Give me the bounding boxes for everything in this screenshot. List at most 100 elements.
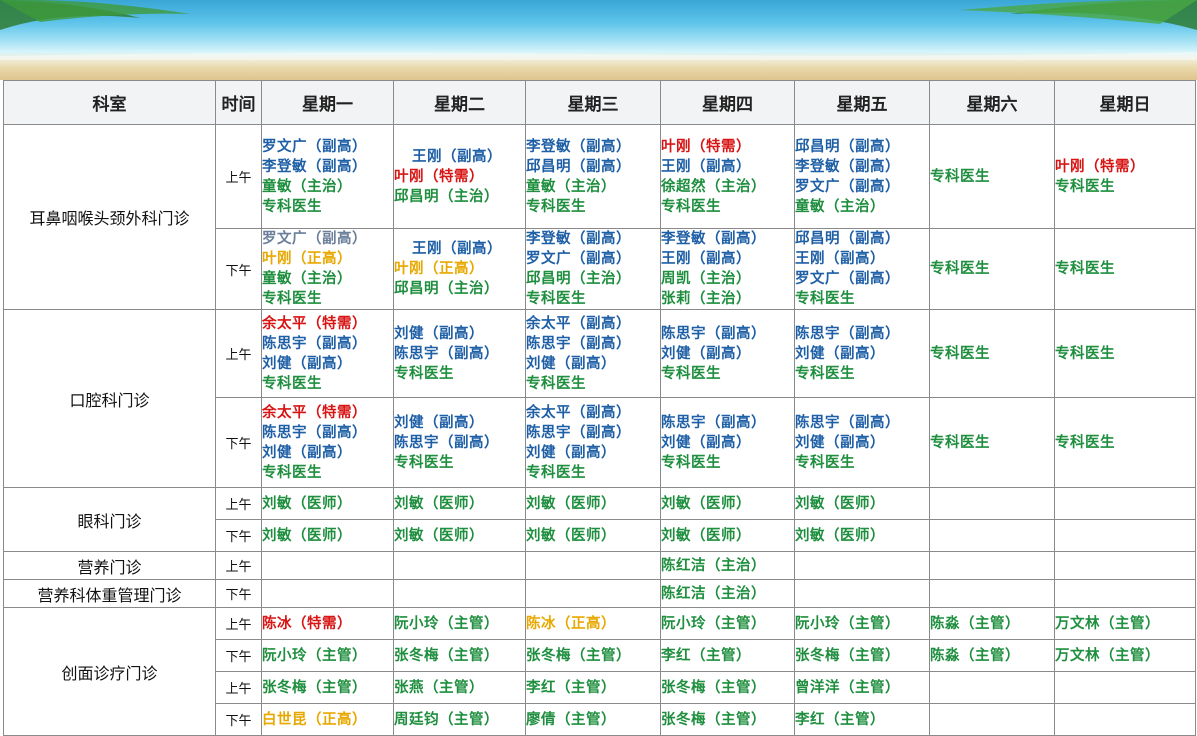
header-monday: 星期一 xyxy=(261,80,394,125)
doctor-entry: 专科医生 xyxy=(262,375,322,392)
schedule-cell: 万文林（主管） xyxy=(1054,607,1196,640)
doctor-entry: 专科医生 xyxy=(262,291,322,307)
schedule-row: 眼科门诊 上午 刘敏（医师） 刘敏（医师） 刘敏（医师） 刘敏（医师） 刘敏（医师） xyxy=(3,487,1196,552)
doctor-entry: 曾洋洋（主管） xyxy=(795,679,900,696)
doctor-entry: 余太平（特需） xyxy=(262,315,367,332)
schedule-cell: 叶刚（特需） 王刚（副高） 徐超然（主治） 专科医生 xyxy=(660,124,795,229)
doctor-entry: 王刚（副高） xyxy=(412,148,502,165)
doctor-entry: 余太平（副高） xyxy=(526,315,631,332)
schedule-cell: 陈思宇（副高） 刘健（副高） 专科医生 xyxy=(794,397,930,488)
doctor-entry: 专科医生 xyxy=(930,345,990,362)
schedule-cell: 张冬梅（主管） xyxy=(393,639,526,672)
schedule-cell: 李登敏（副高） 邱昌明（副高） 童敏（主治） 专科医生 xyxy=(525,124,661,229)
doctor-entry: 刘敏（医师） xyxy=(795,495,885,512)
schedule-cell: 张冬梅（主管） xyxy=(660,703,795,736)
schedule-cell: 刘敏（医师） xyxy=(261,519,394,552)
doctor-entry: 李红（主管） xyxy=(526,679,616,696)
schedule-row: 耳鼻咽喉头颈外科门诊 上午 罗文广（副高） 李登敏（副高） 童敏（主治） 专科医生 王刚（副… xyxy=(3,124,1196,310)
schedule-cell: 曾洋洋（主管） xyxy=(794,671,930,704)
schedule-cell: 专科医生 xyxy=(929,397,1055,488)
doctor-entry: 专科医生 xyxy=(930,434,990,451)
doctor-entry: 李登敏（副高） xyxy=(526,138,631,155)
doctor-entry: 叶刚（特需） xyxy=(1055,158,1145,175)
doctor-entry: 叶刚（特需） xyxy=(394,168,484,185)
schedule-cell: 王刚（副高） 叶刚（特需） 邱昌明（主治） xyxy=(393,124,526,229)
header-time: 时间 xyxy=(215,80,262,125)
doctor-entry: 刘健（副高） xyxy=(661,434,751,451)
schedule-cell: 阮小玲（主管） xyxy=(660,607,795,640)
doctor-entry: 专科医生 xyxy=(1055,434,1115,451)
doctor-entry: 余太平（特需） xyxy=(262,404,367,421)
doctor-entry: 张莉（主治） xyxy=(661,291,751,307)
schedule-cell: 陈冰（特需） xyxy=(261,607,394,640)
schedule-cell: 专科医生 xyxy=(1054,309,1196,398)
doctor-entry: 刘健（副高） xyxy=(262,355,352,372)
doctor-entry: 阮小玲（主管） xyxy=(795,615,900,632)
schedule-cell: 万文林（主管） xyxy=(1054,639,1196,672)
doctor-entry: 陈思宇（副高） xyxy=(262,335,367,352)
doctor-entry: 刘敏（医师） xyxy=(526,495,616,512)
schedule-cell: 刘敏（医师） xyxy=(393,487,526,520)
session-period: 下午 xyxy=(215,519,262,552)
doctor-entry: 刘敏（医师） xyxy=(661,527,751,544)
schedule-cell: 罗文广（副高） 叶刚（正高） 童敏（主治） 专科医生 xyxy=(261,228,394,310)
schedule-cell xyxy=(393,551,526,580)
schedule-cell: 周廷钧（主管） xyxy=(393,703,526,736)
schedule-cell: 陈红洁（主治） xyxy=(660,551,795,580)
schedule-cell: 李登敏（副高） 罗文广（副高） 邱昌明（主治） 专科医生 xyxy=(525,228,661,310)
schedule-cell: 王刚（副高） 叶刚（正高） 邱昌明（主治） xyxy=(393,228,526,310)
doctor-entry: 张冬梅（主管） xyxy=(394,647,499,664)
schedule-cell: 陈思宇（副高） 刘健（副高） 专科医生 xyxy=(794,309,930,398)
schedule-cell: 廖倩（主管） xyxy=(525,703,661,736)
header-sunday: 星期日 xyxy=(1054,80,1196,125)
doctor-entry: 陈红洁（主治） xyxy=(661,557,766,574)
doctor-entry: 阮小玲（主管） xyxy=(661,615,766,632)
schedule-cell: 张燕（主管） xyxy=(393,671,526,704)
session-period: 下午 xyxy=(215,397,262,488)
doctor-entry: 白世昆（正高） xyxy=(262,711,367,728)
header-row: 科室 时间 星期一 星期二 星期三 星期四 星期五 星期六 星期日 xyxy=(3,80,1196,125)
doctor-entry: 刘敏（医师） xyxy=(262,495,352,512)
doctor-entry: 李红（主管） xyxy=(661,647,751,664)
doctor-entry: 陈淼（主管） xyxy=(930,615,1020,632)
department-name: 眼科门诊 xyxy=(3,487,216,552)
schedule-cell: 陈思宇（副高） 刘健（副高） 专科医生 xyxy=(660,397,795,488)
schedule-cell: 刘敏（医师） xyxy=(794,487,930,520)
session-period: 上午 xyxy=(215,551,262,580)
schedule-cell: 叶刚（特需） 专科医生 xyxy=(1054,124,1196,229)
header-thursday: 星期四 xyxy=(660,80,795,125)
doctor-entry: 专科医生 xyxy=(930,168,990,185)
session-period: 上午 xyxy=(215,671,262,704)
schedule-cell: 余太平（特需） 陈思宇（副高） 刘健（副高） 专科医生 xyxy=(261,309,394,398)
schedule-cell: 陈思宇（副高） 刘健（副高） 专科医生 xyxy=(660,309,795,398)
doctor-entry: 陈思宇（副高） xyxy=(795,414,900,431)
doctor-entry: 专科医生 xyxy=(526,198,586,215)
schedule-table: 科室 时间 星期一 星期二 星期三 星期四 星期五 星期六 星期日 耳鼻咽喉头颈… xyxy=(3,80,1196,736)
schedule-row: 创面诊疗门诊 上午 陈冰（特需） 阮小玲（主管） 陈冰（正高） 阮小玲（主管） 阮小玲（主管… xyxy=(3,607,1196,736)
doctor-entry: 王刚（副高） xyxy=(795,251,885,267)
doctor-entry: 刘健（副高） xyxy=(394,414,484,431)
schedule-cell: 专科医生 xyxy=(929,124,1055,229)
doctor-entry: 李登敏（副高） xyxy=(795,158,900,175)
schedule-cell: 刘敏（医师） xyxy=(794,519,930,552)
doctor-entry: 刘敏（医师） xyxy=(394,527,484,544)
session-period: 下午 xyxy=(215,579,262,608)
session-period: 上午 xyxy=(215,309,262,398)
schedule-cell xyxy=(261,551,394,580)
doctor-entry: 专科医生 xyxy=(526,464,586,481)
palm-leaves-decoration xyxy=(0,0,1197,60)
doctor-entry: 陈思宇（副高） xyxy=(262,424,367,441)
schedule-body: 耳鼻咽喉头颈外科门诊 上午 罗文广（副高） 李登敏（副高） 童敏（主治） 专科医生 王刚（副… xyxy=(3,124,1196,736)
doctor-entry: 陈思宇（副高） xyxy=(526,424,631,441)
doctor-entry: 罗文广（副高） xyxy=(262,231,367,247)
schedule-cell: 阮小玲（主管） xyxy=(261,639,394,672)
schedule-cell: 刘敏（医师） xyxy=(525,519,661,552)
doctor-entry: 邱昌明（副高） xyxy=(526,158,631,175)
doctor-entry: 叶刚（特需） xyxy=(661,138,751,155)
session-period: 下午 xyxy=(215,228,262,310)
doctor-entry: 刘健（副高） xyxy=(262,444,352,461)
doctor-entry: 刘健（副高） xyxy=(795,434,885,451)
doctor-entry: 李登敏（副高） xyxy=(526,231,631,247)
schedule-cell: 刘敏（医师） xyxy=(261,487,394,520)
doctor-entry: 陈冰（正高） xyxy=(526,615,616,632)
